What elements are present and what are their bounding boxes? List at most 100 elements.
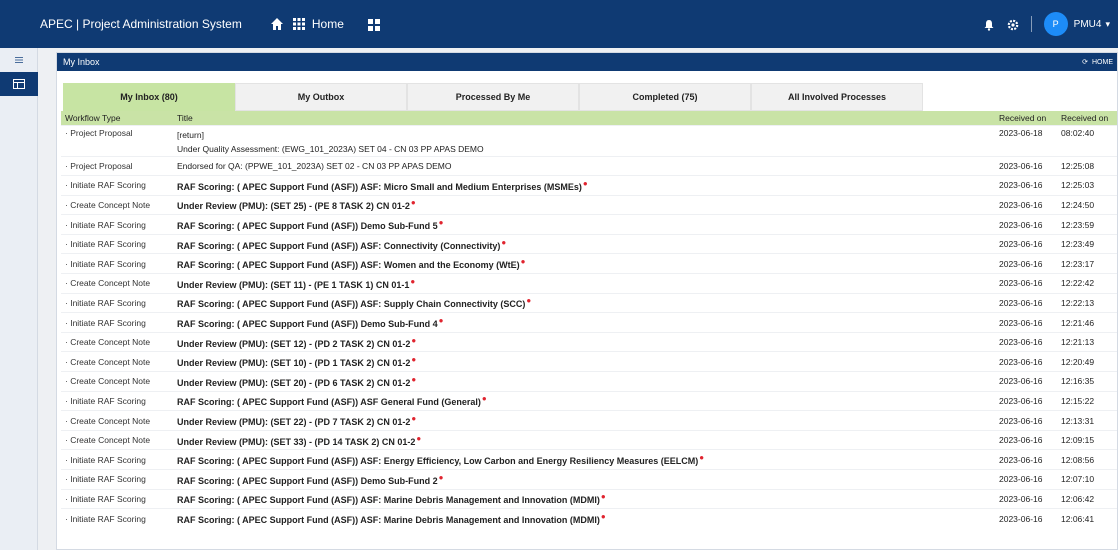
home-icon[interactable] (270, 17, 284, 31)
tab-completed-75[interactable]: Completed (75) (579, 83, 751, 111)
title-cell[interactable]: RAF Scoring: ( APEC Support Fund (ASF)) … (173, 292, 995, 313)
table-row[interactable]: · Project Proposal [return] Under Quality … (61, 124, 1117, 156)
unread-indicator-icon: ● (481, 394, 487, 404)
title-cell[interactable]: RAF Scoring: ( APEC Support Fund (ASF)) … (173, 508, 995, 529)
item-title[interactable]: Under Review (PMU): (SET 20) - (PD 6 TAS… (177, 378, 410, 388)
title-cell[interactable]: RAF Scoring: ( APEC Support Fund (ASF)) … (173, 175, 995, 196)
home-link[interactable]: Home (312, 17, 344, 31)
item-title[interactable]: RAF Scoring: ( APEC Support Fund (ASF)) … (177, 495, 600, 505)
col-received-date[interactable]: Received on (995, 111, 1057, 125)
table-row[interactable]: · Create Concept Note Under Review (PMU):… (61, 429, 1117, 450)
workflow-type-cell: · Initiate RAF Scoring (61, 508, 173, 529)
table-row[interactable]: · Initiate RAF Scoring RAF Scoring: ( APE… (61, 390, 1117, 411)
table-row[interactable]: · Initiate RAF Scoring RAF Scoring: ( APE… (61, 508, 1117, 529)
tab-my-inbox-80[interactable]: My Inbox (80) (63, 83, 235, 111)
title-cell[interactable]: Endorsed for QA: (PPWE_101_2023A) SET 02… (173, 155, 995, 176)
received-time: 12:23:49 (1057, 233, 1117, 254)
table-row[interactable]: · Initiate RAF Scoring RAF Scoring: ( APE… (61, 469, 1117, 490)
table-row[interactable]: · Create Concept Note Under Review (PMU):… (61, 194, 1117, 215)
table-row[interactable]: · Project Proposal Endorsed for QA: (PPWE… (61, 155, 1117, 176)
item-title[interactable]: RAF Scoring: ( APEC Support Fund (ASF)) … (177, 182, 582, 192)
workflow-type-cell: · Initiate RAF Scoring (61, 175, 173, 196)
unread-indicator-icon: ● (600, 512, 606, 522)
menu-icon[interactable] (0, 48, 38, 72)
item-title[interactable]: Under Review (PMU): (SET 11) - (PE 1 TAS… (177, 280, 409, 290)
workflow-type: Create Concept Note (70, 278, 151, 289)
grid-icon[interactable] (292, 17, 306, 31)
title-cell[interactable]: Under Review (PMU): (SET 22) - (PD 7 TAS… (173, 410, 995, 431)
workflow-type-cell: · Create Concept Note (61, 331, 173, 352)
user-name[interactable]: PMU4 (1074, 19, 1102, 30)
title-cell[interactable]: Under Review (PMU): (SET 11) - (PE 1 TAS… (173, 273, 995, 294)
table-row[interactable]: · Initiate RAF Scoring RAF Scoring: ( APE… (61, 292, 1117, 313)
item-title[interactable]: RAF Scoring: ( APEC Support Fund (ASF)) … (177, 221, 438, 231)
bell-icon[interactable] (983, 18, 995, 31)
avatar[interactable]: P (1043, 12, 1068, 36)
tab-all-involved-processes[interactable]: All Involved Processes (751, 83, 923, 111)
item-title[interactable]: RAF Scoring: ( APEC Support Fund (ASF)) … (177, 476, 438, 486)
workflow-type: Create Concept Note (70, 415, 151, 426)
title-cell[interactable]: RAF Scoring: ( APEC Support Fund (ASF)) … (173, 469, 995, 490)
refresh-icon[interactable]: ⟳ (1082, 58, 1088, 66)
title-cell[interactable]: Under Review (PMU): (SET 20) - (PD 6 TAS… (173, 371, 995, 392)
table-row[interactable]: · Initiate RAF Scoring RAF Scoring: ( APE… (61, 312, 1117, 333)
item-title[interactable]: Under Review (PMU): (SET 10) - (PD 1 TAS… (177, 358, 410, 368)
title-cell[interactable]: RAF Scoring: ( APEC Support Fund (ASF)) … (173, 253, 995, 274)
unread-indicator-icon: ● (438, 316, 444, 326)
item-title[interactable]: RAF Scoring: ( APEC Support Fund (ASF)) … (177, 397, 481, 407)
table-row[interactable]: · Create Concept Note Under Review (PMU):… (61, 351, 1117, 372)
title-cell[interactable]: Under Review (PMU): (SET 10) - (PD 1 TAS… (173, 351, 995, 372)
col-received-time[interactable]: Received on (1057, 111, 1117, 125)
app-title[interactable]: APEC | Project Administration System (40, 17, 242, 31)
top-nav-bar: APEC | Project Administration System Hom… (0, 0, 1118, 48)
title-cell[interactable]: RAF Scoring: ( APEC Support Fund (ASF)) … (173, 233, 995, 254)
title-cell[interactable]: [return] Under Quality Assessment: (EWG_1… (173, 124, 995, 156)
title-cell[interactable]: RAF Scoring: ( APEC Support Fund (ASF)) … (173, 312, 995, 333)
home-tag[interactable]: HOME (1092, 59, 1113, 66)
col-workflow-type[interactable]: Workflow Type (61, 111, 173, 125)
workflow-type-cell: · Initiate RAF Scoring (61, 292, 173, 313)
title-cell[interactable]: RAF Scoring: ( APEC Support Fund (ASF)) … (173, 390, 995, 411)
title-cell[interactable]: RAF Scoring: ( APEC Support Fund (ASF)) … (173, 488, 995, 509)
item-title[interactable]: RAF Scoring: ( APEC Support Fund (ASF)) … (177, 241, 500, 251)
inbox-table: Workflow Type Title Received on Received… (61, 111, 1117, 529)
chevron-down-icon[interactable]: ▾ (1105, 19, 1110, 30)
title-cell[interactable]: RAF Scoring: ( APEC Support Fund (ASF)) … (173, 214, 995, 235)
table-row[interactable]: · Initiate RAF Scoring RAF Scoring: ( APE… (61, 488, 1117, 509)
item-title[interactable]: Under Review (PMU): (SET 25) - (PE 8 TAS… (177, 201, 410, 211)
received-time: 12:25:08 (1057, 155, 1117, 176)
title-cell[interactable]: Under Review (PMU): (SET 12) - (PD 2 TAS… (173, 331, 995, 352)
received-time: 12:21:46 (1057, 312, 1117, 333)
table-row[interactable]: · Initiate RAF Scoring RAF Scoring: ( APE… (61, 233, 1117, 254)
item-title[interactable]: RAF Scoring: ( APEC Support Fund (ASF)) … (177, 515, 600, 525)
title-cell[interactable]: RAF Scoring: ( APEC Support Fund (ASF)) … (173, 449, 995, 470)
item-title[interactable]: Endorsed for QA: (PPWE_101_2023A) SET 02… (177, 161, 452, 171)
col-title[interactable]: Title (173, 111, 995, 125)
title-cell[interactable]: Under Review (PMU): (SET 25) - (PE 8 TAS… (173, 194, 995, 215)
tab-my-outbox[interactable]: My Outbox (235, 83, 407, 111)
item-title[interactable]: RAF Scoring: ( APEC Support Fund (ASF)) … (177, 260, 520, 270)
gear-icon[interactable] (1007, 18, 1019, 31)
item-subtitle[interactable]: Under Quality Assessment: (EWG_101_2023A… (177, 142, 991, 156)
table-row[interactable]: · Initiate RAF Scoring RAF Scoring: ( APE… (61, 449, 1117, 470)
table-row[interactable]: · Initiate RAF Scoring RAF Scoring: ( APE… (61, 175, 1117, 196)
table-row[interactable]: · Initiate RAF Scoring RAF Scoring: ( APE… (61, 253, 1117, 274)
table-row[interactable]: · Create Concept Note Under Review (PMU):… (61, 371, 1117, 392)
table-row[interactable]: · Create Concept Note Under Review (PMU):… (61, 410, 1117, 431)
inbox-icon[interactable] (0, 72, 38, 96)
item-title[interactable]: [return] (177, 128, 991, 142)
item-title[interactable]: RAF Scoring: ( APEC Support Fund (ASF)) … (177, 299, 525, 309)
apps-icon[interactable] (367, 18, 380, 31)
panel-title: My Inbox (63, 57, 100, 67)
title-cell[interactable]: Under Review (PMU): (SET 33) - (PD 14 TA… (173, 429, 995, 450)
item-title[interactable]: Under Review (PMU): (SET 33) - (PD 14 TA… (177, 437, 415, 447)
table-row[interactable]: · Create Concept Note Under Review (PMU):… (61, 331, 1117, 352)
tab-processed-by-me[interactable]: Processed By Me (407, 83, 579, 111)
table-row[interactable]: · Initiate RAF Scoring RAF Scoring: ( APE… (61, 214, 1117, 235)
item-title[interactable]: Under Review (PMU): (SET 12) - (PD 2 TAS… (177, 339, 410, 349)
item-title[interactable]: Under Review (PMU): (SET 22) - (PD 7 TAS… (177, 417, 410, 427)
item-title[interactable]: RAF Scoring: ( APEC Support Fund (ASF)) … (177, 456, 698, 466)
table-row[interactable]: · Create Concept Note Under Review (PMU):… (61, 273, 1117, 294)
item-title[interactable]: RAF Scoring: ( APEC Support Fund (ASF)) … (177, 319, 438, 329)
received-time: 12:13:31 (1057, 410, 1117, 431)
